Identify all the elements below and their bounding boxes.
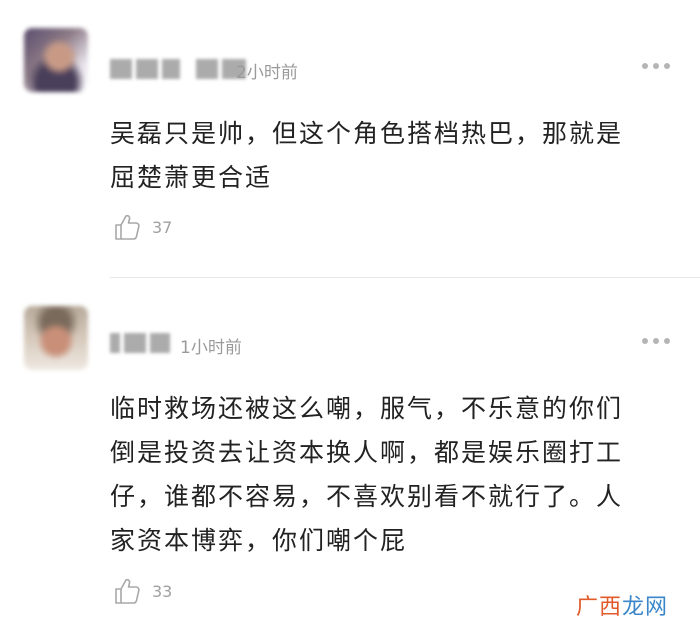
like-count: 33 [152, 581, 173, 601]
comment-text: 临时救场还被这么嘲，服气，不乐意的你们 倒是投资去让资本换人啊，都是娱乐圈打工 … [110, 387, 670, 563]
site-watermark: 广西龙网 [576, 589, 668, 621]
comment-item: 2小时前 吴磊只是帅，但这个角色搭档热巴，那就是 屈楚萧更合适 37 [0, 0, 700, 277]
watermark-part-2: 龙网 [621, 595, 668, 620]
avatar[interactable] [24, 306, 88, 370]
username-blurred[interactable] [110, 58, 246, 80]
comment-text-line: 仔，谁都不容易，不喜欢别看不就行了。人 [110, 482, 624, 511]
comment-text-line: 吴磊只是帅，但这个角色搭档热巴，那就是 [110, 119, 624, 148]
comment-text-line: 临时救场还被这么嘲，服气，不乐意的你们 [110, 394, 624, 423]
more-options-icon[interactable] [642, 62, 670, 70]
like-button[interactable]: 33 [112, 576, 172, 606]
like-button[interactable]: 37 [112, 212, 172, 242]
comment-text-line: 家资本博弈，你们嘲个屁 [110, 526, 408, 555]
like-count: 37 [152, 217, 173, 237]
avatar[interactable] [24, 28, 88, 92]
comment-text: 吴磊只是帅，但这个角色搭档热巴，那就是 屈楚萧更合适 [110, 112, 670, 200]
comment-text-line: 屈楚萧更合适 [110, 163, 273, 192]
comment-list: 2小时前 吴磊只是帅，但这个角色搭档热巴，那就是 屈楚萧更合适 37 1小时前 … [0, 0, 700, 635]
more-options-icon[interactable] [642, 337, 670, 345]
watermark-part-1: 广西 [575, 595, 622, 620]
username-blurred[interactable] [110, 332, 170, 354]
comment-time: 2小时前 [236, 63, 298, 83]
comment-text-line: 倒是投资去让资本换人啊，都是娱乐圈打工 [110, 438, 624, 467]
thumbs-up-icon [115, 578, 140, 604]
thumbs-up-icon [115, 214, 140, 240]
comment-time: 1小时前 [180, 338, 242, 358]
